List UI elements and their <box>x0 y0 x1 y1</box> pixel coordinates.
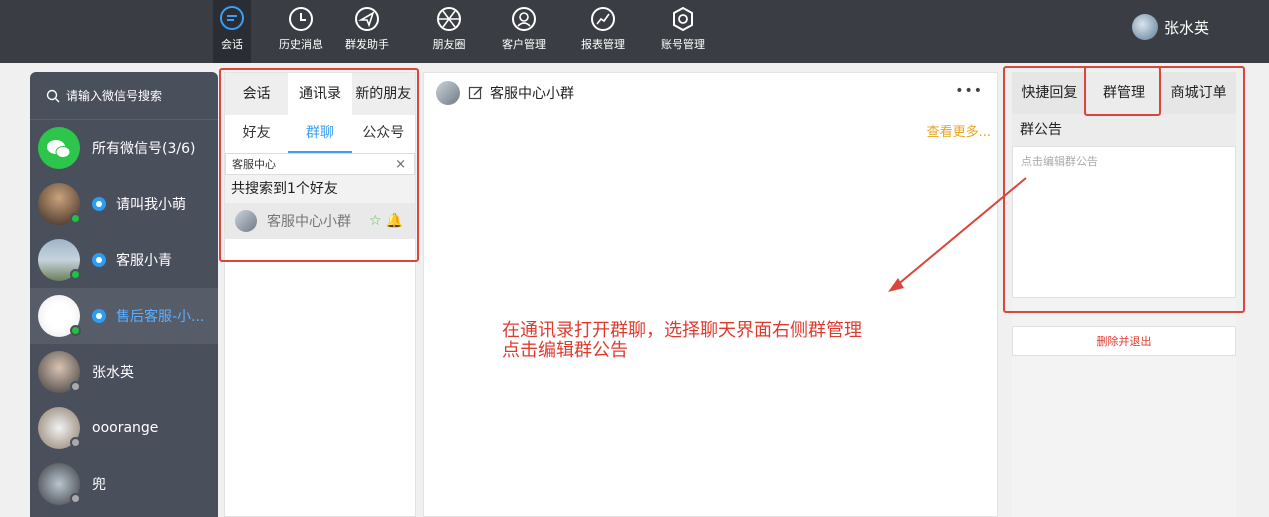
annotation-arrow <box>888 177 1027 292</box>
